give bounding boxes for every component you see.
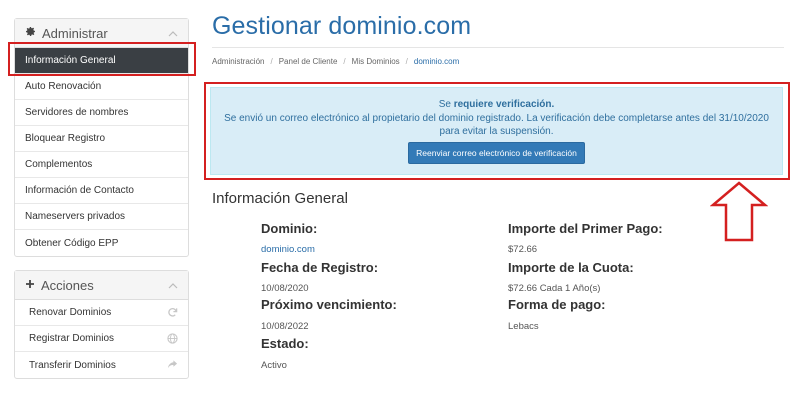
admin-panel-title: Administrar: [42, 25, 108, 41]
breadcrumb-item-mis-dominios[interactable]: Mis Dominios: [352, 57, 400, 66]
actions-panel-header[interactable]: Acciones: [15, 271, 188, 300]
payment-method-value: Lebacs: [508, 321, 539, 332]
sidebar-item-nameservers-privados[interactable]: Nameservers privados: [15, 204, 188, 230]
sidebar-item-complementos[interactable]: Complementos: [15, 152, 188, 178]
breadcrumb-item-current: dominio.com: [413, 57, 460, 66]
domain-label: Dominio:: [261, 221, 318, 236]
breadcrumb-item-administracion[interactable]: Administración: [212, 57, 264, 66]
sidebar-item-label: Transferir Dominios: [29, 359, 116, 371]
page-title: Gestionar dominio.com: [212, 12, 472, 40]
arrow-up-icon: [709, 181, 769, 248]
title-divider: [212, 47, 784, 48]
plus-icon: [25, 276, 35, 294]
section-title: Información General: [212, 190, 348, 207]
sidebar-item-transferir-dominios[interactable]: Transferir Dominios: [15, 352, 188, 378]
status-label: Estado:: [261, 336, 309, 351]
actions-panel-title: Acciones: [41, 277, 94, 293]
breadcrumb: Administración / Panel de Cliente / Mis …: [212, 57, 460, 66]
sidebar-item-label: Nameservers privados: [25, 211, 126, 222]
sidebar-item-auto-renovacion[interactable]: Auto Renovación: [15, 74, 188, 100]
breadcrumb-item-panel-de-cliente[interactable]: Panel de Cliente: [279, 57, 338, 66]
chevron-up-icon[interactable]: [168, 278, 178, 296]
first-payment-label: Importe del Primer Pago:: [508, 221, 663, 236]
sidebar-item-label: Renovar Dominios: [29, 307, 112, 318]
first-payment-value: $72.66: [508, 244, 538, 255]
sidebar-item-label: Bloquear Registro: [25, 133, 106, 144]
sidebar-item-label: Información de Contacto: [25, 185, 134, 196]
globe-icon: [167, 333, 178, 347]
next-due-label: Próximo vencimiento:: [261, 297, 397, 312]
sidebar-item-servidores-de-nombres[interactable]: Servidores de nombres: [15, 100, 188, 126]
recurring-amount-value: $72.66 Cada 1 Año(s): [508, 283, 601, 294]
domain-value[interactable]: dominio.com: [261, 244, 315, 255]
highlight-box-alert: [204, 82, 790, 180]
registration-date-label: Fecha de Registro:: [261, 260, 379, 275]
sidebar-item-label: Complementos: [25, 159, 93, 170]
sidebar-item-label: Servidores de nombres: [25, 107, 129, 118]
sidebar-item-bloquear-registro[interactable]: Bloquear Registro: [15, 126, 188, 152]
highlight-box-active-item: [8, 42, 196, 76]
payment-method-label: Forma de pago:: [508, 297, 606, 312]
sidebar-item-registrar-dominios[interactable]: Registrar Dominios: [15, 326, 188, 352]
sidebar-item-obtener-codigo-epp[interactable]: Obtener Código EPP: [15, 230, 188, 256]
sidebar-item-informacion-de-contacto[interactable]: Información de Contacto: [15, 178, 188, 204]
recurring-amount-label: Importe de la Cuota:: [508, 260, 634, 275]
sidebar-item-label: Registrar Dominios: [29, 333, 115, 344]
gear-icon: [25, 24, 36, 42]
actions-panel: Acciones Renovar Dominios Registrar Domi…: [14, 270, 189, 379]
share-arrow-icon: [167, 359, 178, 373]
sidebar-item-label: Auto Renovación: [25, 81, 102, 92]
sidebar-item-label: Obtener Código EPP: [25, 237, 119, 249]
status-value: Activo: [261, 360, 287, 371]
next-due-value: 10/08/2022: [261, 321, 309, 332]
refresh-icon: [167, 307, 178, 321]
registration-date-value: 10/08/2020: [261, 283, 309, 294]
sidebar-item-renovar-dominios[interactable]: Renovar Dominios: [15, 300, 188, 326]
